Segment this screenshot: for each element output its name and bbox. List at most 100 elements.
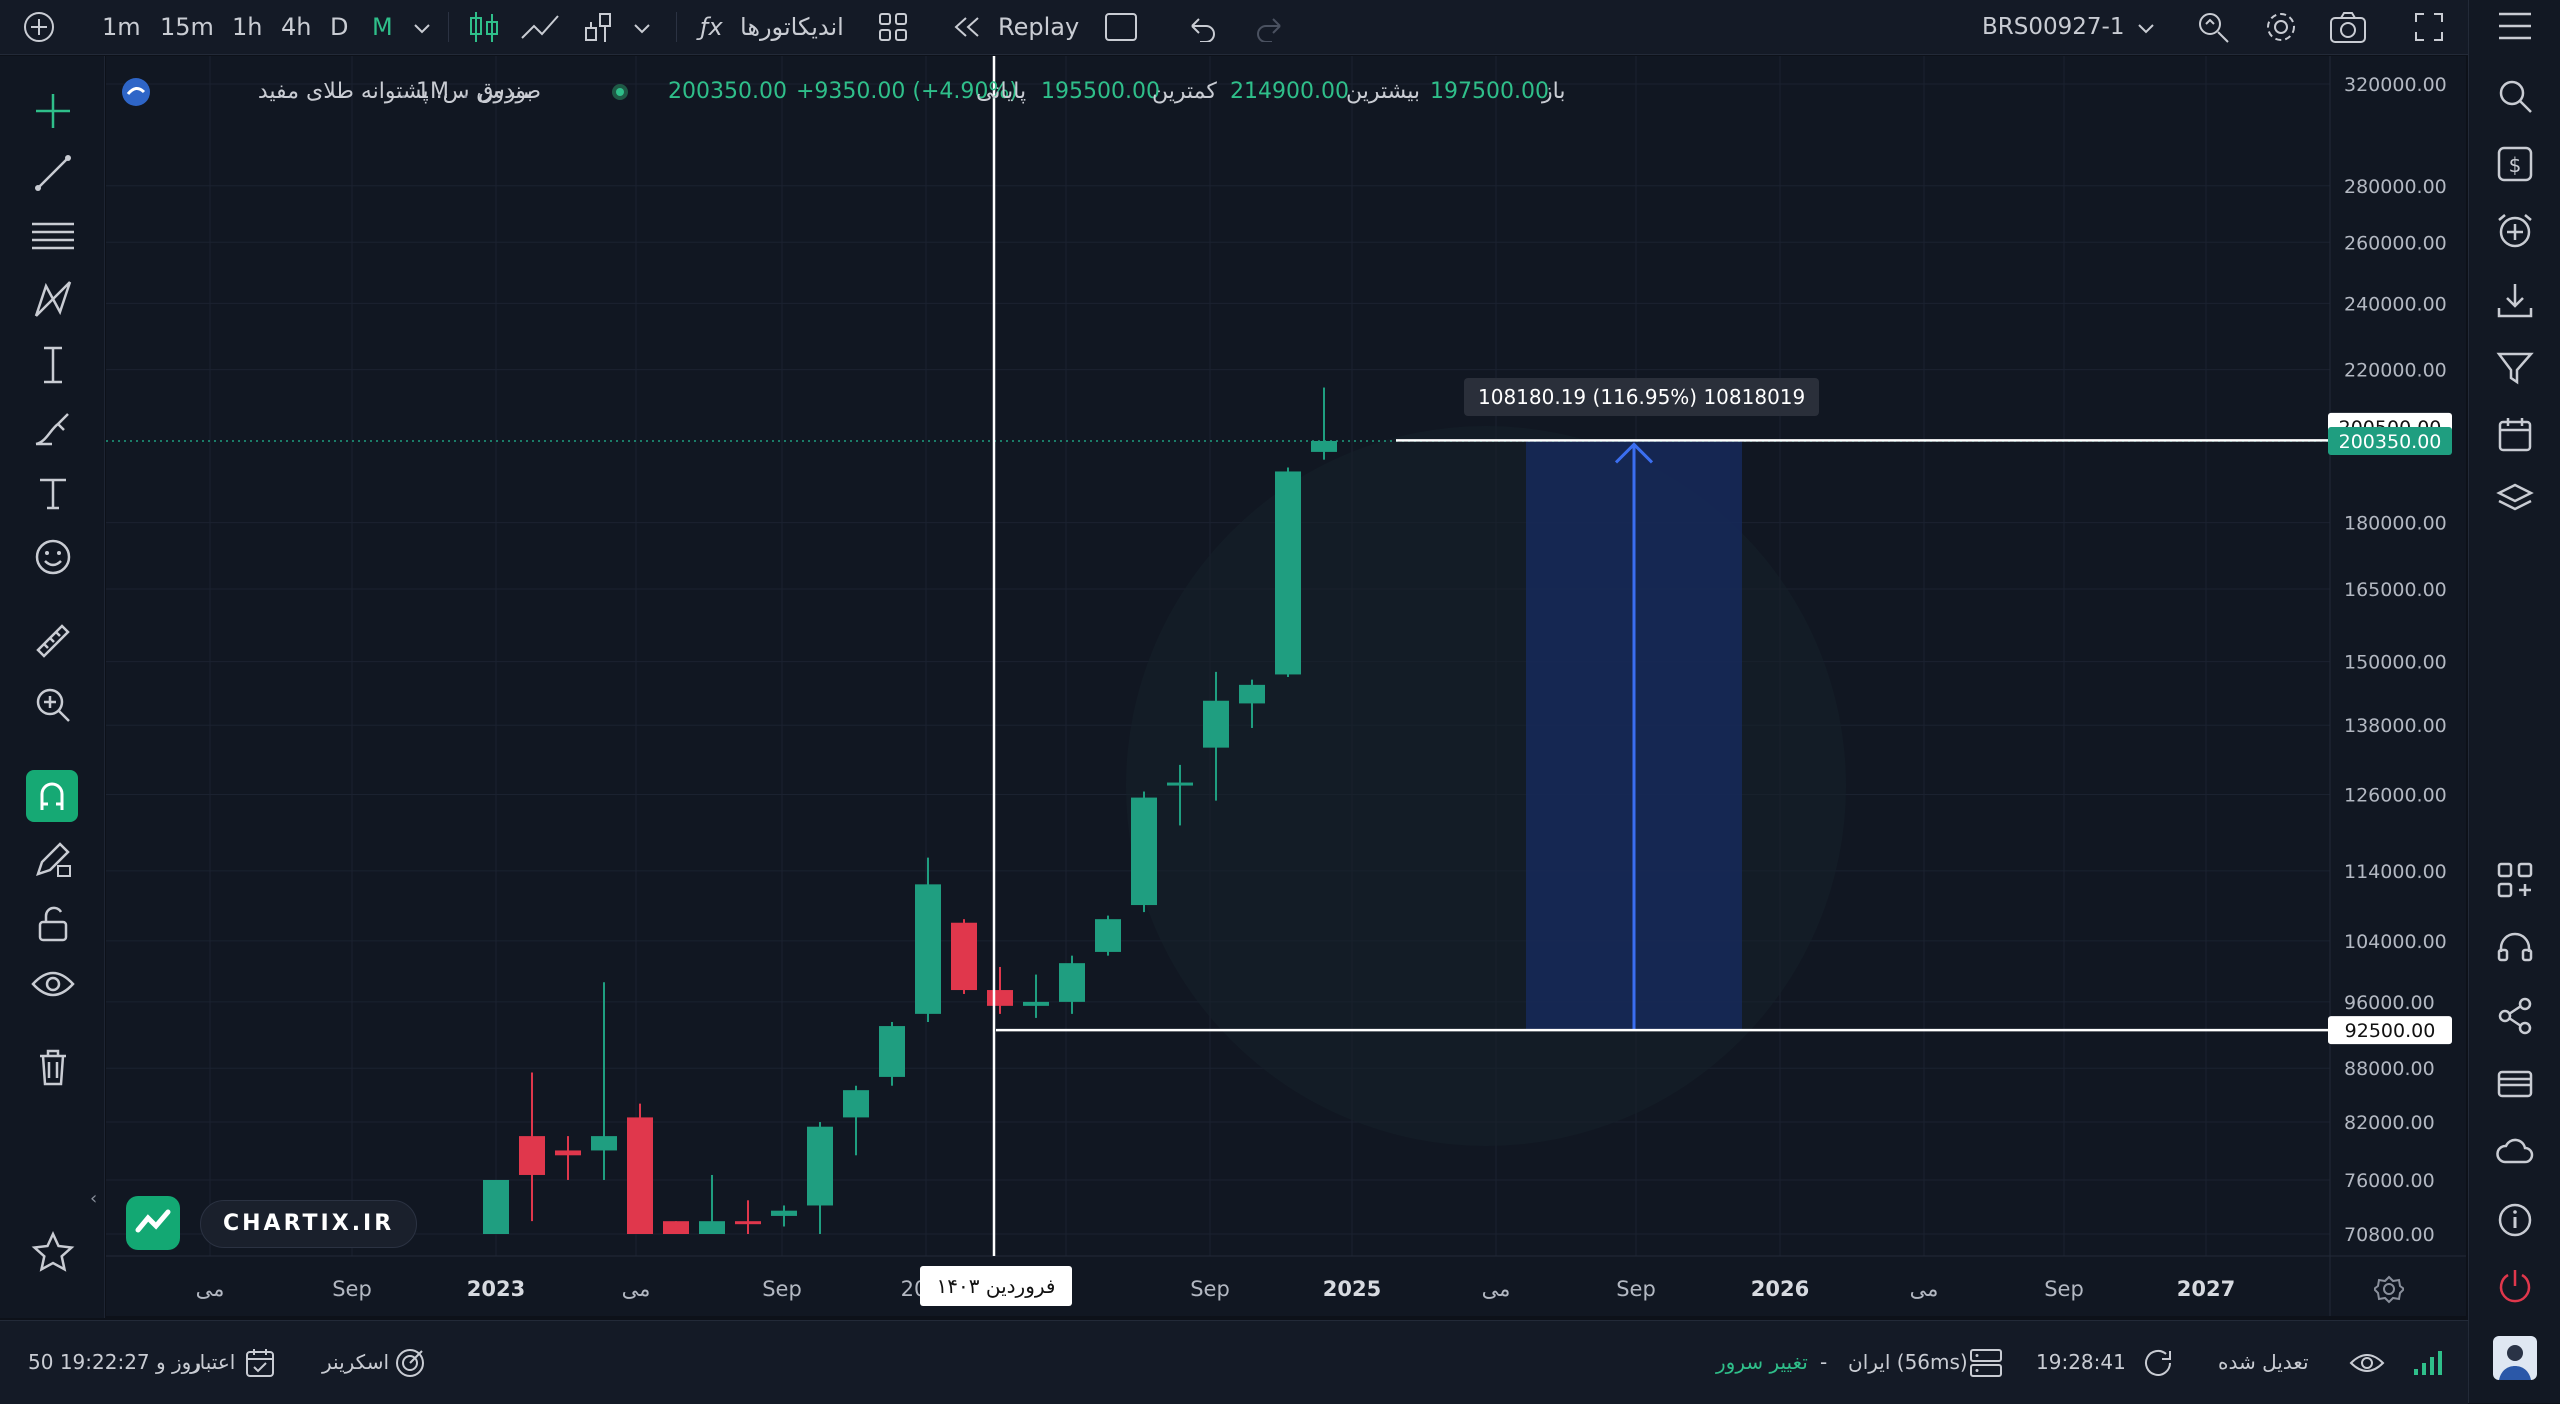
search-icon[interactable] <box>2495 76 2535 116</box>
emoji-icon[interactable] <box>32 536 74 578</box>
candles-icon[interactable] <box>466 8 502 46</box>
projection-icon[interactable] <box>32 344 74 386</box>
share-icon[interactable] <box>2495 996 2535 1036</box>
candle-body <box>879 1026 905 1077</box>
legend-open-label: باز <box>1542 79 1566 104</box>
undo-icon[interactable] <box>1184 12 1218 42</box>
compare-icon[interactable] <box>582 8 618 46</box>
ruler-icon[interactable] <box>32 620 74 662</box>
time-tick-label: Sep <box>762 1277 802 1301</box>
fullscreen-icon[interactable] <box>2412 10 2446 44</box>
interval-m[interactable]: M <box>372 0 393 54</box>
trash-icon[interactable] <box>32 1046 74 1088</box>
collapse-handle[interactable]: ‹ <box>90 1188 104 1214</box>
replay-rewind-icon[interactable] <box>952 14 982 40</box>
trend-line-icon[interactable] <box>32 152 74 194</box>
candle-body <box>699 1221 725 1234</box>
cloud-icon[interactable] <box>2495 1132 2535 1172</box>
fib-lines-icon[interactable] <box>30 216 76 258</box>
candle-body <box>1167 782 1193 786</box>
chevron-down-icon[interactable] <box>630 18 654 38</box>
chevron-down-icon[interactable] <box>410 18 434 38</box>
price-tick-label: 104000.00 <box>2344 931 2447 953</box>
line-chart-icon[interactable] <box>518 10 562 44</box>
edit-lock-icon[interactable] <box>32 838 74 880</box>
download-icon[interactable] <box>2495 280 2535 320</box>
fx-icon[interactable]: ƒx <box>700 0 723 54</box>
price-tick-label: 260000.00 <box>2344 232 2447 254</box>
layers-icon[interactable] <box>2495 480 2535 520</box>
chart-pane[interactable]: 320000.00 280000.00 260000.00 240000.00 2200… <box>106 56 2466 1316</box>
magnet-button[interactable] <box>26 770 78 822</box>
refresh-icon[interactable] <box>2142 1347 2176 1379</box>
price-tick-label: 150000.00 <box>2344 652 2447 674</box>
candle-body <box>1275 471 1301 675</box>
gear-icon[interactable] <box>2262 8 2300 46</box>
quick-search-icon[interactable] <box>2194 8 2232 46</box>
support-icon[interactable] <box>2495 928 2535 968</box>
star-icon[interactable] <box>30 1230 76 1274</box>
add-plus-icon[interactable] <box>22 10 56 44</box>
power-icon[interactable] <box>2495 1266 2535 1306</box>
widgets-icon[interactable] <box>2495 860 2535 900</box>
server-icon[interactable] <box>1968 1347 2004 1379</box>
templates-icon[interactable] <box>876 10 910 44</box>
screener-icon[interactable] <box>394 1347 426 1379</box>
candle-body <box>1059 963 1085 1002</box>
time-tick-label: 2026 <box>1751 1277 1809 1301</box>
screener-label[interactable]: اسکرینر <box>322 1321 389 1404</box>
info-icon[interactable] <box>2495 1200 2535 1240</box>
indicators-button[interactable]: اندیکاتورها <box>740 0 844 54</box>
redo-icon[interactable] <box>1254 12 1288 42</box>
zoom-in-icon[interactable] <box>32 684 74 726</box>
crosshair-icon[interactable] <box>32 90 74 132</box>
price-tick-label: 88000.00 <box>2344 1058 2435 1080</box>
visibility-icon[interactable] <box>2348 1347 2386 1379</box>
price-tick-label: 96000.00 <box>2344 992 2435 1014</box>
time-tick-label: می <box>1910 1277 1939 1301</box>
fullscreen-box-icon[interactable] <box>1104 12 1138 42</box>
price-tick-label: 114000.00 <box>2344 861 2447 883</box>
filter-icon[interactable] <box>2495 348 2535 388</box>
text-icon[interactable] <box>32 472 74 514</box>
calendar-check-icon[interactable] <box>244 1347 276 1379</box>
interval-15m[interactable]: 15m <box>160 0 214 54</box>
eye-icon[interactable] <box>30 964 76 1006</box>
price-label-low: 92500.00 <box>2345 1020 2436 1042</box>
magnet-icon <box>40 782 64 810</box>
camera-icon[interactable] <box>2328 8 2368 46</box>
brush-icon[interactable] <box>32 408 74 450</box>
time-tick-label: 2025 <box>1323 1277 1381 1301</box>
change-server-link[interactable]: تغییر سرور <box>1716 1321 1808 1404</box>
dollar-icon[interactable]: $ <box>2495 144 2535 184</box>
axis-settings-icon[interactable] <box>2374 1274 2404 1304</box>
chevron-down-icon[interactable] <box>2134 18 2158 38</box>
time-tick-label: می <box>196 1277 225 1301</box>
legend-high-label: بیشترین <box>1346 79 1421 104</box>
unlock-icon[interactable] <box>32 902 74 944</box>
interval-1h[interactable]: 1h <box>232 0 262 54</box>
avatar[interactable] <box>2493 1336 2537 1380</box>
brand-logo <box>126 1196 180 1250</box>
clock: 19:28:41 <box>2036 1350 2126 1374</box>
adjusted-label[interactable]: تعدیل شده <box>2218 1321 2309 1404</box>
candle-body <box>987 990 1013 1006</box>
price-chart[interactable]: 320000.00 280000.00 260000.00 240000.00 2200… <box>106 56 2466 1316</box>
legend-interval: 1M <box>416 79 449 104</box>
candle-body <box>807 1126 833 1206</box>
symbol-selector[interactable]: BRS00927-1 <box>1982 0 2124 54</box>
menu-icon[interactable] <box>2495 8 2535 44</box>
replay-button[interactable]: Replay <box>998 0 1079 54</box>
calendar-icon[interactable] <box>2495 414 2535 454</box>
card-icon[interactable] <box>2495 1064 2535 1104</box>
price-tick-label: 240000.00 <box>2344 293 2447 315</box>
add-alert-icon[interactable] <box>2495 212 2535 252</box>
candle-body <box>483 1179 509 1234</box>
legend-dot: . <box>400 79 407 104</box>
interval-4h[interactable]: 4h <box>281 0 311 54</box>
candle-body <box>771 1210 797 1216</box>
interval-d[interactable]: D <box>330 0 348 54</box>
pattern-icon[interactable] <box>32 278 74 320</box>
interval-1m[interactable]: 1m <box>102 0 141 54</box>
price-tick-label: 76000.00 <box>2344 1170 2435 1192</box>
